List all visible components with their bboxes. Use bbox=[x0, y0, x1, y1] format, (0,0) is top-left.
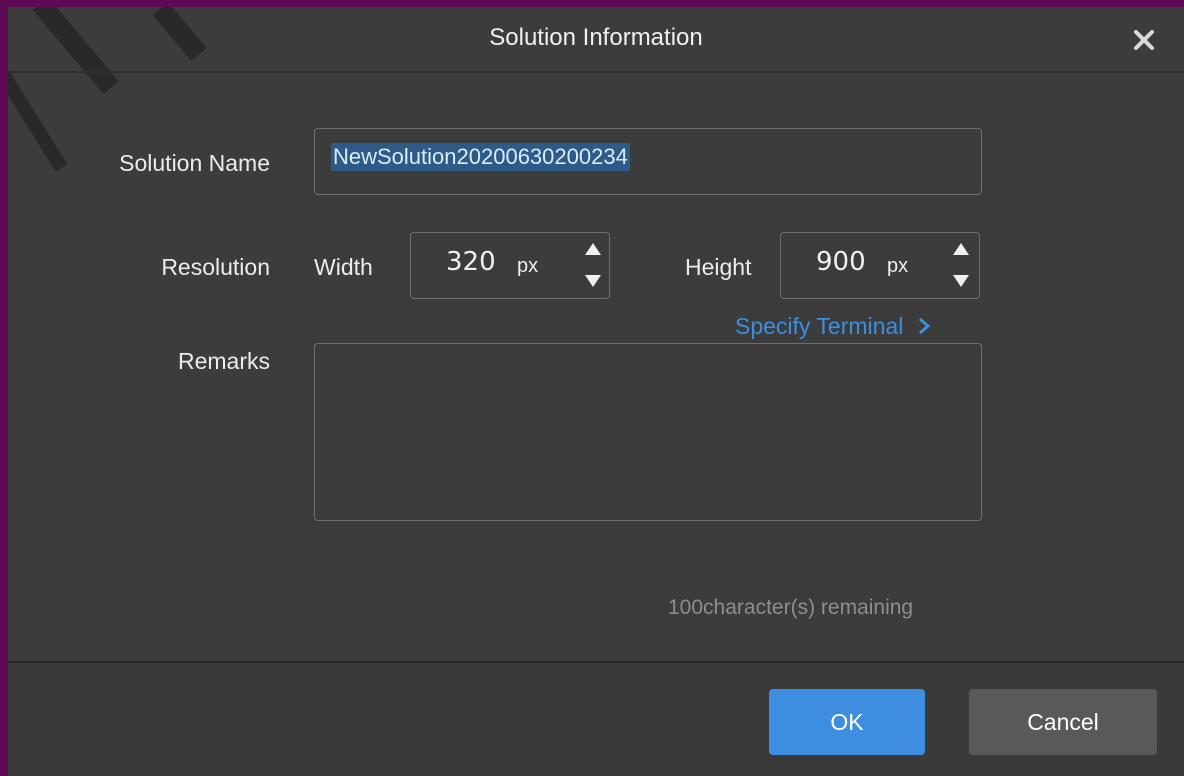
remarks-label: Remarks bbox=[177, 348, 270, 374]
close-button[interactable] bbox=[1126, 21, 1162, 57]
height-decrement-icon[interactable] bbox=[951, 271, 971, 291]
height-value[interactable]: 900 bbox=[816, 247, 866, 277]
height-label: Height bbox=[685, 254, 752, 280]
close-icon[interactable] bbox=[1126, 21, 1162, 57]
chevron-right-icon[interactable] bbox=[916, 316, 932, 336]
width-increment-icon[interactable] bbox=[583, 239, 603, 259]
cancel-button[interactable]: Cancel bbox=[969, 689, 1157, 755]
width-unit: px bbox=[517, 255, 539, 277]
solution-name-label: Solution Name bbox=[119, 150, 270, 176]
width-label: Width bbox=[314, 254, 373, 280]
height-increment-icon[interactable] bbox=[951, 239, 971, 259]
dialog-title: Solution Information bbox=[489, 24, 703, 51]
dialog-footer: OK Cancel bbox=[8, 661, 1184, 776]
specify-terminal-label[interactable]: Specify Terminal bbox=[735, 313, 903, 339]
resolution-label: Resolution bbox=[161, 254, 270, 280]
height-unit: px bbox=[887, 255, 909, 277]
title-bar[interactable]: Solution Information bbox=[8, 7, 1184, 73]
remarks-textarea[interactable] bbox=[314, 343, 982, 521]
height-stepper[interactable]: 900 px bbox=[780, 232, 980, 299]
solution-name-value[interactable]: NewSolution20200630200234 bbox=[331, 143, 630, 171]
width-value[interactable]: 320 bbox=[446, 247, 496, 277]
remaining-characters: 100character(s) remaining bbox=[668, 596, 914, 619]
specify-terminal-link[interactable]: Specify Terminal bbox=[735, 313, 932, 340]
solution-name-input[interactable]: NewSolution20200630200234 bbox=[314, 128, 982, 195]
solution-information-dialog: Solution Information Solution Name NewSo… bbox=[8, 7, 1184, 776]
ok-button[interactable]: OK bbox=[769, 689, 925, 755]
width-decrement-icon[interactable] bbox=[583, 271, 603, 291]
width-stepper[interactable]: 320 px bbox=[410, 232, 610, 299]
